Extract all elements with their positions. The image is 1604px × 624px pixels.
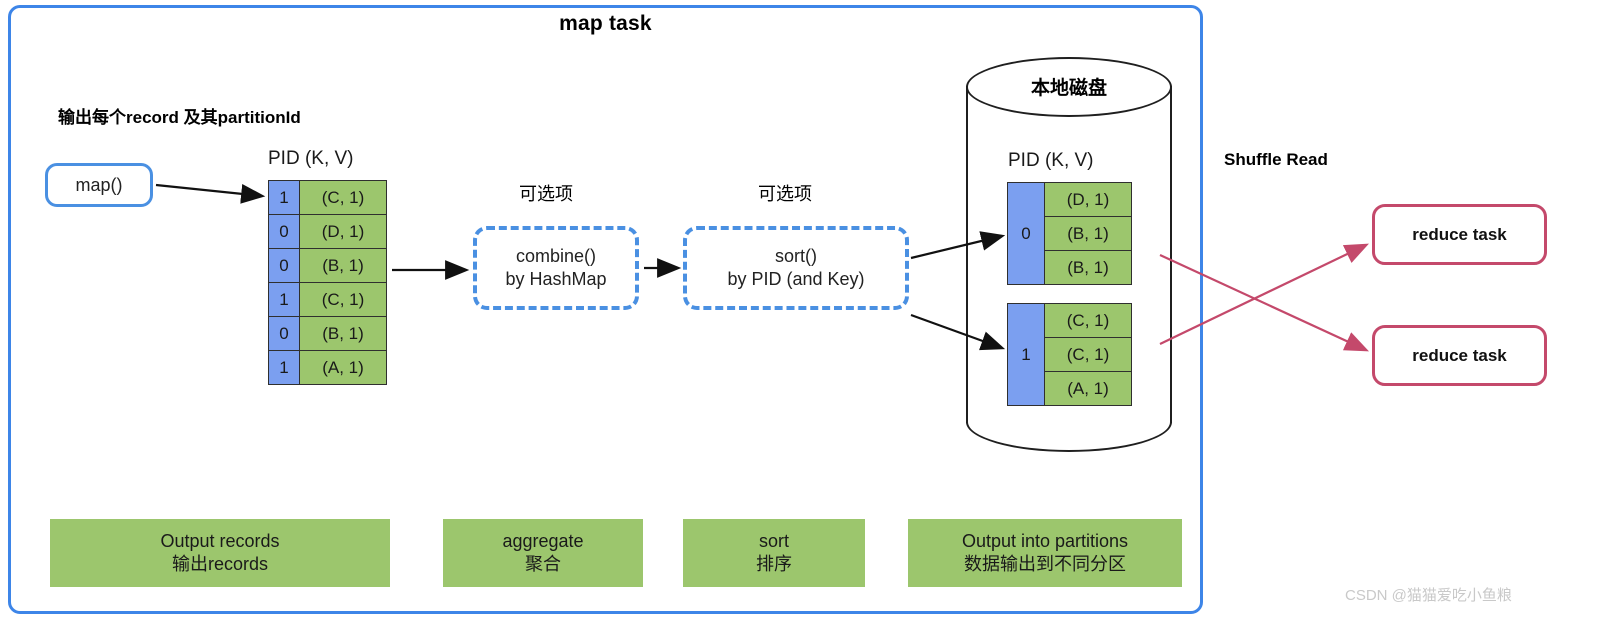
partition-pid-cell: 1 — [1007, 303, 1045, 406]
partition-kv-cell: (A, 1) — [1044, 371, 1132, 406]
partition-record-row: 1 (C, 1) — [1007, 303, 1132, 406]
reduce-task-1[interactable]: reduce task — [1372, 204, 1547, 265]
record-kv-cell: (D, 1) — [299, 214, 387, 249]
csdn-watermark: CSDN @猫猫爱吃小鱼粮 — [1345, 587, 1512, 604]
legend-bar-1-en: Output records — [160, 530, 280, 551]
map-task-title: map task — [559, 12, 652, 35]
record-kv-cell: (B, 1) — [299, 316, 387, 351]
sort-optional-label: 可选项 — [758, 184, 812, 204]
partition-record-row: 0 (D, 1) — [1007, 182, 1132, 285]
map-output-records-table: 1 (C, 1) 0 (D, 1) 0 (B, 1) 1 (C, 1) 0 (B, 1) 1 (A, … — [268, 180, 387, 385]
partition-kv-cell: (C, 1) — [1044, 303, 1132, 338]
left-table-caption: PID (K, V) — [268, 148, 354, 169]
partition-pid-cell: 0 — [1007, 182, 1045, 285]
record-pid-cell: 1 — [268, 282, 300, 317]
legend-bar-1-zh: 输出records — [171, 554, 269, 574]
record-kv-cell: (C, 1) — [299, 282, 387, 317]
partition-kv-cell: (B, 1) — [1044, 216, 1132, 251]
sort-line-1: sort() — [775, 245, 817, 266]
legend-bar-2-en: aggregate — [502, 530, 584, 551]
record-row: 0 (B, 1) — [268, 248, 387, 283]
record-row: 1 (C, 1) — [268, 180, 387, 215]
record-row: 0 (D, 1) — [268, 214, 387, 249]
diagram-canvas: map task 输出每个record 及其partitionId map() … — [0, 0, 1604, 624]
partition-0-table: 0 (D, 1) (B, 1) (B, 1) — [1007, 182, 1132, 285]
legend-bar-3-zh: 排序 — [756, 554, 792, 574]
combine-optional-label: 可选项 — [519, 184, 573, 204]
reduce-task-2-label: reduce task — [1412, 345, 1507, 365]
sort-box[interactable]: sort() by PID (and Key) — [683, 226, 909, 310]
legend-bar-2-zh: 聚合 — [525, 554, 561, 574]
record-pid-cell: 0 — [268, 316, 300, 351]
legend-bar-3-en: sort — [758, 530, 789, 551]
legend-bar-output-partitions: Output into partitions 数据输出到不同分区 — [908, 519, 1182, 587]
disk-table-caption: PID (K, V) — [1008, 150, 1094, 171]
record-row: 0 (B, 1) — [268, 316, 387, 351]
reduce-task-1-label: reduce task — [1412, 224, 1507, 244]
local-disk-title: 本地磁盘 — [1030, 78, 1107, 99]
record-pid-cell: 1 — [268, 180, 300, 215]
legend-bar-4-zh: 数据输出到不同分区 — [964, 554, 1126, 574]
sort-line-2: by PID (and Key) — [727, 269, 865, 289]
partition-kv-cell: (B, 1) — [1044, 250, 1132, 285]
shuffle-read-label: Shuffle Read — [1224, 150, 1328, 169]
partition-kv-cell: (C, 1) — [1044, 337, 1132, 372]
legend-bar-4-en: Output into partitions — [961, 530, 1129, 551]
legend-bar-output-records: Output records 输出records — [50, 519, 390, 587]
record-row: 1 (C, 1) — [268, 282, 387, 317]
combine-box[interactable]: combine() by HashMap — [473, 226, 639, 310]
legend-bar-sort: sort 排序 — [683, 519, 865, 587]
reduce-task-2[interactable]: reduce task — [1372, 325, 1547, 386]
record-row: 1 (A, 1) — [268, 350, 387, 385]
record-pid-cell: 0 — [268, 214, 300, 249]
partition-1-table: 1 (C, 1) (C, 1) (A, 1) — [1007, 303, 1132, 406]
output-record-heading: 输出每个record 及其partitionId — [58, 108, 301, 127]
map-node-label: map() — [75, 174, 123, 195]
map-function-node[interactable]: map() — [45, 163, 153, 207]
record-kv-cell: (C, 1) — [299, 180, 387, 215]
record-pid-cell: 1 — [268, 350, 300, 385]
legend-bar-aggregate: aggregate 聚合 — [443, 519, 643, 587]
record-kv-cell: (A, 1) — [299, 350, 387, 385]
combine-line-1: combine() — [515, 245, 597, 266]
record-pid-cell: 0 — [268, 248, 300, 283]
record-kv-cell: (B, 1) — [299, 248, 387, 283]
partition-kv-cell: (D, 1) — [1044, 182, 1132, 217]
combine-line-2: by HashMap — [505, 269, 607, 289]
